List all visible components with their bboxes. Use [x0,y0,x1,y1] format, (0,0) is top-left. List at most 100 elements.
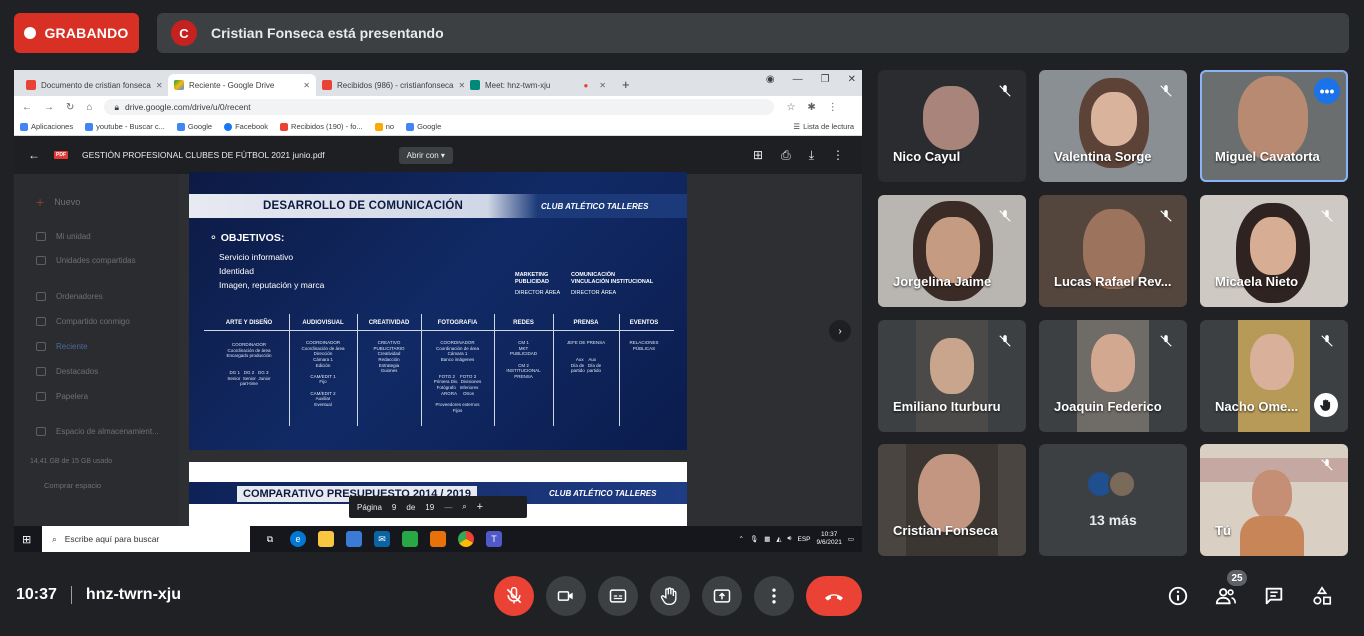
browser-tab-drive[interactable]: Reciente - Google Drive ✕ [168,74,316,96]
drive-item-starred[interactable]: Destacados [36,367,98,376]
bookmark-no[interactable]: no [374,122,394,131]
marketing-block: MARKETING PUBLICIDAD DIRECTOR ÁREA [515,272,561,296]
bookmark-google-2[interactable]: Google [406,122,441,131]
next-file-icon[interactable]: › [829,320,851,342]
add-comment-icon[interactable]: ⊞ [753,148,763,163]
participant-tile-active-speaker[interactable]: ••• Miguel Cavatorta [1200,70,1348,182]
self-tile[interactable]: Tú [1200,444,1348,556]
app-icon[interactable] [402,531,418,547]
tray-volume-icon[interactable]: 🔊︎ [787,535,791,543]
zoom-icon[interactable]: ⌕ [462,502,466,512]
microphone-toggle-button[interactable] [494,576,534,616]
participant-tile[interactable]: Nico Cayul [878,70,1026,182]
taskbar-search[interactable]: ⌕ Escribe aquí para buscar [42,526,250,552]
tray-wifi-icon[interactable]: ◭ [776,535,781,543]
profile-icon[interactable]: ◉ [766,74,775,85]
camera-toggle-button[interactable] [546,576,586,616]
browser-tab-meet[interactable]: Meet: hnz-twm-xju ● ✕ [464,74,612,96]
minimize-icon[interactable]: — [793,74,803,85]
participant-name: Cristian Fonseca [893,523,998,538]
participants-button[interactable] [1212,582,1240,610]
browser-tab-gmail[interactable]: Recibidos (986) - cristianfonseca ✕ [316,74,464,96]
notifications-icon[interactable]: ▭ [848,535,854,543]
url-field[interactable]: 🔒︎ drive.google.com/drive/u/0/recent [104,99,775,115]
close-icon[interactable]: ✕ [303,81,310,90]
google-g-icon [85,122,94,131]
forward-icon[interactable]: → [44,102,54,113]
plus-icon: + [36,194,45,210]
home-icon[interactable]: ⌂ [86,102,92,113]
mail-icon[interactable]: ✉ [374,531,390,547]
meeting-details-button[interactable] [1164,582,1192,610]
tray-network-icon[interactable]: ▦ [764,535,770,543]
back-arrow-icon[interactable]: ← [28,148,40,162]
star-icon[interactable]: ☆ [786,102,795,113]
participant-name: Emiliano Iturburu [893,399,1001,414]
close-window-icon[interactable]: ✕ [848,74,856,85]
new-tab-icon[interactable]: + [622,77,630,92]
more-participants-tile[interactable]: 13 más [1039,444,1187,556]
end-call-button[interactable] [806,576,862,616]
drive-new-button[interactable]: + Nuevo [36,194,80,210]
chat-button[interactable] [1260,582,1288,610]
windows-start-icon[interactable]: ⊞ [22,533,31,546]
chrome-icon[interactable] [458,531,474,547]
org-column-body: COORDINADOR Coordinación de área Direcci… [301,340,345,407]
edge-icon[interactable]: e [290,531,306,547]
participant-tile[interactable]: Valentina Sorge [1039,70,1187,182]
bookmark-apps[interactable]: Aplicaciones [20,122,73,131]
page-current[interactable]: 9 [392,503,396,512]
drive-item-trash[interactable]: Papelera [36,392,88,401]
buy-storage-link[interactable]: Comprar espacio [44,481,101,490]
activities-button[interactable] [1308,582,1336,610]
zoom-in-icon[interactable]: + [477,501,483,513]
participant-tile[interactable]: Nacho Ome... [1200,320,1348,432]
participants-count-badge: 25 [1227,570,1247,586]
tray-mic-icon[interactable]: 🎙︎ [750,535,758,543]
download-icon[interactable]: ⤓ [809,148,814,163]
more-options-icon[interactable]: ⋮ [832,148,844,163]
menu-dots-icon[interactable]: ⋮ [828,102,838,113]
tray-chevron-icon[interactable]: ⌃ [739,535,744,543]
extensions-icon[interactable]: ✱ [807,102,815,113]
bookmark-facebook[interactable]: Facebook [224,122,268,131]
participant-tile[interactable]: Micaela Nieto [1200,195,1348,307]
close-icon[interactable]: ✕ [156,81,163,90]
restore-icon[interactable]: ❐ [821,74,830,85]
captions-button[interactable] [598,576,638,616]
reading-list[interactable]: ☰ Lista de lectura [793,122,854,131]
drive-item-recent[interactable]: Reciente [36,342,88,351]
print-icon[interactable]: ⎙ [781,148,791,163]
org-column-head: ARTE Y DISEÑO [225,320,273,326]
back-icon[interactable]: ← [22,102,32,113]
tray-lang[interactable]: ESP [798,536,811,543]
store-icon[interactable] [346,531,362,547]
drive-item-shared[interactable]: Compartido conmigo [36,317,130,326]
bookmark-youtube[interactable]: youtube - Buscar c... [85,122,165,131]
teams-icon[interactable]: T [486,531,502,547]
open-with-button[interactable]: Abrir con ▾ [398,146,453,164]
participant-tile[interactable]: Jorgelina Jaime [878,195,1026,307]
app-icon[interactable] [430,531,446,547]
drive-item-my-drive[interactable]: Mi unidad [36,232,91,241]
bookmark-gmail[interactable]: Recibidos (190) - fo... [280,122,363,131]
file-explorer-icon[interactable] [318,531,334,547]
more-options-icon[interactable]: ••• [1314,78,1340,104]
bookmark-google[interactable]: Google [176,122,212,131]
task-view-icon[interactable]: ⧉ [262,531,278,547]
participant-tile[interactable]: Lucas Rafael Rev... [1039,195,1187,307]
participant-tile[interactable]: Emiliano Iturburu [878,320,1026,432]
participant-tile[interactable]: Joaquin Federico [1039,320,1187,432]
drive-item-computers[interactable]: Ordenadores [36,292,103,301]
present-now-button[interactable] [702,576,742,616]
tray-clock[interactable]: 10:37 9/6/2021 [817,531,842,548]
zoom-out-icon[interactable]: — [444,503,452,512]
browser-tab-docs[interactable]: Documento de cristian fonseca ✕ [20,74,168,96]
raise-hand-button[interactable] [650,576,690,616]
drive-item-storage[interactable]: Espacio de almacenamient... [36,427,159,436]
drive-item-shared-drives[interactable]: Unidades compartidas [36,256,136,265]
participant-tile-presenter[interactable]: Cristian Fonseca [878,444,1026,556]
more-options-button[interactable] [754,576,794,616]
close-icon[interactable]: ✕ [599,81,606,90]
reload-icon[interactable]: ↻ [66,102,74,113]
